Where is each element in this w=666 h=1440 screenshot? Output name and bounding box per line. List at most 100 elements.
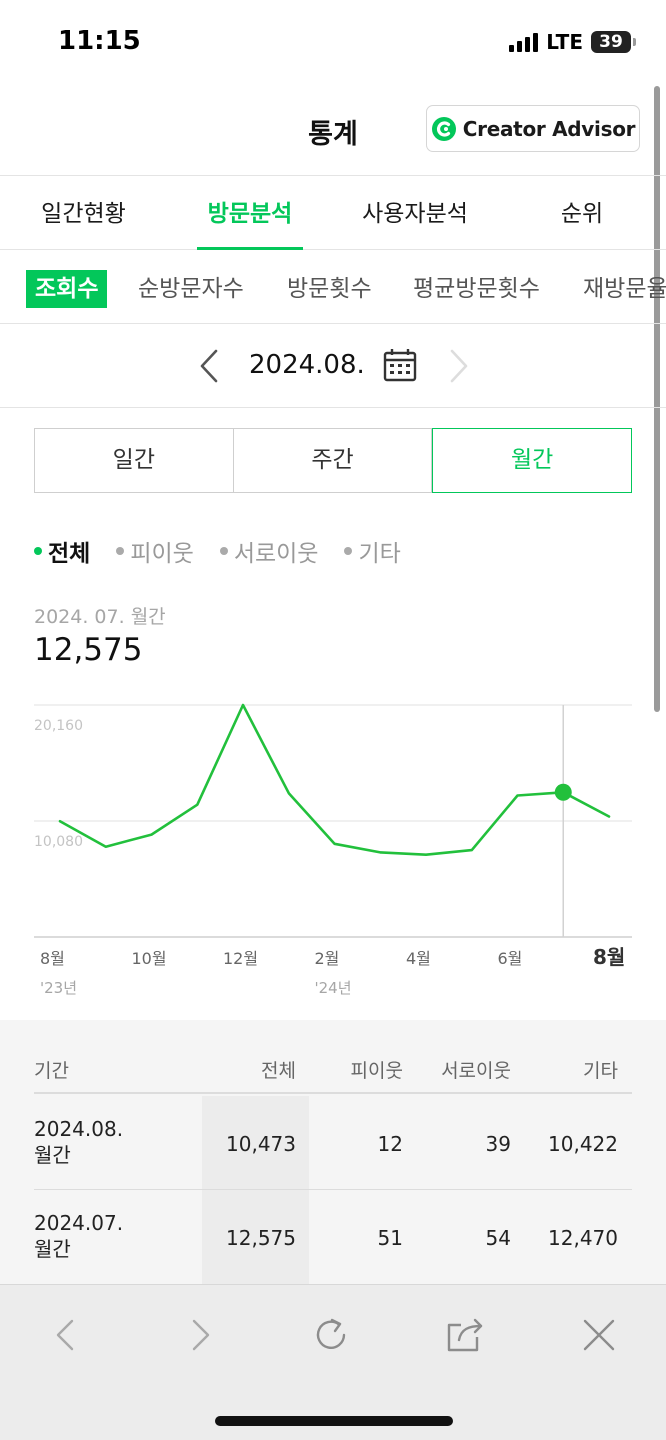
data-point bbox=[149, 832, 155, 838]
filter-label: 서로이웃 bbox=[233, 541, 319, 567]
current-date: 2024.08. bbox=[249, 350, 365, 380]
page: 11:15 LTE 39 통계 Creator Advisor 일간현황 방문분… bbox=[0, 0, 666, 1440]
x-tick-label: 12월 bbox=[223, 949, 258, 968]
data-point bbox=[469, 847, 475, 853]
header: 통계 Creator Advisor bbox=[0, 86, 666, 176]
row-other: 10,422 bbox=[548, 1132, 618, 1156]
network-label: LTE bbox=[546, 30, 583, 54]
share-icon[interactable] bbox=[445, 1315, 485, 1355]
data-point bbox=[286, 790, 292, 796]
status-right: LTE 39 bbox=[509, 30, 636, 54]
x-tick-label: 2월 bbox=[315, 949, 340, 968]
data-point bbox=[57, 818, 63, 824]
period-daily-button[interactable]: 일간 bbox=[34, 428, 234, 493]
row-period-date: 2024.07. bbox=[34, 1211, 124, 1235]
filter-label: 피이웃 bbox=[130, 541, 194, 567]
creator-advisor-logo-icon bbox=[431, 116, 456, 141]
row-period-unit: 월간 bbox=[34, 1237, 71, 1261]
views-line-chart[interactable]: 20,160 10,080 8월 10월 12월 2월 4월 6월 8월 '23년 '24년 bbox=[0, 690, 666, 1010]
series-line bbox=[58, 703, 611, 856]
filter-label: 기타 bbox=[358, 541, 401, 567]
filter-neighbor[interactable]: 피이웃 bbox=[116, 534, 194, 568]
tab-visit-analysis[interactable]: 방문분석 bbox=[192, 176, 308, 250]
row-period: 2024.07. 월간 bbox=[34, 1210, 174, 1262]
filter-label: 전체 bbox=[48, 541, 91, 567]
back-icon[interactable] bbox=[46, 1315, 86, 1355]
filter-mutual-neighbor[interactable]: 서로이웃 bbox=[219, 534, 319, 568]
selected-period-value: 12,575 bbox=[34, 632, 143, 668]
header-other: 기타 bbox=[583, 1060, 618, 1082]
tab-user-analysis[interactable]: 사용자분석 bbox=[350, 176, 480, 250]
x-year-label: '24년 bbox=[315, 979, 352, 997]
next-month-icon[interactable] bbox=[446, 348, 472, 384]
stats-table: 기간 전체 피이웃 서로이웃 기타 2024.08. 월간 10,473 12 … bbox=[0, 1020, 666, 1284]
filter-dot-icon bbox=[219, 547, 228, 555]
status-bar: 11:15 LTE 39 bbox=[0, 0, 666, 86]
data-point bbox=[240, 702, 246, 708]
data-point bbox=[332, 841, 338, 847]
subtab-unique-visitors[interactable]: 순방문자수 bbox=[138, 270, 244, 308]
filter-other[interactable]: 기타 bbox=[344, 534, 401, 568]
x-tick-label: 8월 bbox=[40, 949, 65, 968]
subtab-views[interactable]: 조회수 bbox=[26, 270, 108, 308]
creator-advisor-label: Creator Advisor bbox=[462, 116, 636, 141]
sub-tabs: 조회수 순방문자수 방문횟수 평균방문횟수 재방문율 bbox=[0, 250, 666, 324]
y-tick-label: 20,160 bbox=[34, 718, 83, 734]
filter-dot-icon bbox=[344, 547, 353, 555]
row-other: 12,470 bbox=[548, 1226, 618, 1250]
row-total: 12,575 bbox=[226, 1226, 296, 1250]
x-tick-label: 6월 bbox=[498, 949, 523, 968]
data-point bbox=[194, 802, 200, 808]
row-neighbor: 51 bbox=[377, 1226, 403, 1250]
tab-daily-status[interactable]: 일간현황 bbox=[26, 176, 141, 250]
period-toggle: 일간 주간 월간 bbox=[34, 428, 633, 493]
row-period: 2024.08. 월간 bbox=[34, 1116, 174, 1168]
creator-advisor-button[interactable]: Creator Advisor bbox=[426, 105, 640, 152]
row-neighbor: 12 bbox=[377, 1132, 403, 1156]
status-time: 11:15 bbox=[58, 26, 141, 56]
home-indicator[interactable] bbox=[215, 1416, 453, 1426]
period-weekly-button[interactable]: 주간 bbox=[233, 428, 433, 493]
tab-ranking[interactable]: 순위 bbox=[545, 176, 619, 250]
header-mutual: 서로이웃 bbox=[441, 1060, 511, 1082]
close-icon[interactable] bbox=[579, 1315, 619, 1355]
header-period: 기간 bbox=[34, 1060, 69, 1082]
subtab-visit-count[interactable]: 방문횟수 bbox=[287, 270, 372, 308]
selected-period-label: 2024. 07. 월간 bbox=[34, 606, 166, 628]
subtab-avg-visit-count[interactable]: 평균방문횟수 bbox=[413, 270, 540, 308]
header-total: 전체 bbox=[261, 1060, 296, 1082]
filter-dot-icon bbox=[34, 547, 42, 555]
row-mutual: 39 bbox=[485, 1132, 511, 1156]
table-row: 2024.08. 월간 10,473 12 39 10,422 bbox=[34, 1096, 632, 1190]
data-point bbox=[103, 844, 109, 850]
x-tick-label: 8월 bbox=[593, 945, 625, 969]
refresh-icon[interactable] bbox=[312, 1315, 352, 1355]
selected-point-marker bbox=[554, 783, 572, 801]
data-point bbox=[515, 792, 521, 798]
data-point bbox=[606, 813, 612, 819]
calendar-icon[interactable] bbox=[383, 347, 417, 383]
row-period-unit: 월간 bbox=[34, 1143, 71, 1167]
row-period-date: 2024.08. bbox=[34, 1117, 124, 1141]
y-tick-label: 10,080 bbox=[34, 834, 83, 850]
data-point bbox=[423, 852, 429, 858]
header-neighbor: 피이웃 bbox=[350, 1060, 403, 1082]
subtab-revisit-rate[interactable]: 재방문율 bbox=[583, 270, 666, 308]
filter-dot-icon bbox=[116, 547, 125, 555]
table-header: 기간 전체 피이웃 서로이웃 기타 bbox=[34, 1056, 632, 1094]
period-monthly-button[interactable]: 월간 bbox=[432, 428, 633, 493]
battery-icon: 39 bbox=[591, 31, 631, 53]
x-tick-label: 4월 bbox=[406, 949, 431, 968]
battery-cap bbox=[633, 38, 636, 46]
main-tabs: 일간현황 방문분석 사용자분석 순위 bbox=[0, 176, 666, 250]
forward-icon[interactable] bbox=[180, 1315, 220, 1355]
prev-month-icon[interactable] bbox=[196, 348, 222, 384]
row-total: 10,473 bbox=[226, 1132, 296, 1156]
filter-all[interactable]: 전체 bbox=[34, 534, 90, 568]
visitor-filters: 전체 피이웃 서로이웃 기타 bbox=[34, 534, 401, 568]
date-navigator: 2024.08. bbox=[0, 324, 666, 408]
data-point bbox=[377, 849, 383, 855]
row-mutual: 54 bbox=[485, 1226, 511, 1250]
x-tick-label: 10월 bbox=[132, 949, 167, 968]
x-year-label: '23년 bbox=[40, 979, 77, 997]
